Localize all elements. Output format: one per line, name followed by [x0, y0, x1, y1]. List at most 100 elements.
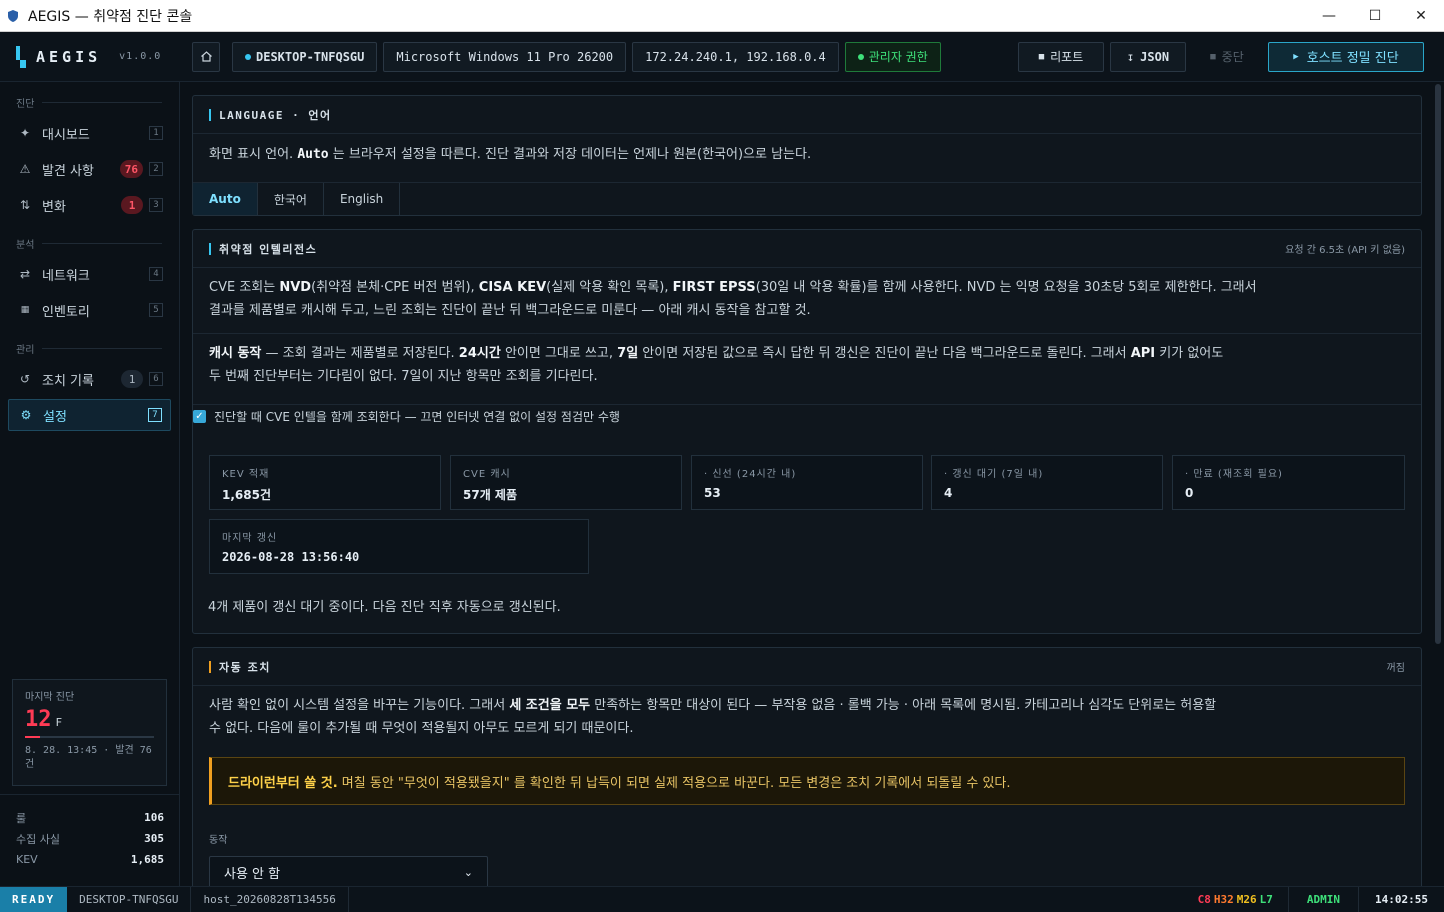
stop-label: 중단	[1221, 50, 1244, 64]
sidebar-item-findings[interactable]: ⚠ 발견 사항 76 2	[8, 153, 171, 185]
all-conditions-bold: 세 조건을 모두	[509, 698, 591, 713]
text: 키가 없어도	[1155, 346, 1224, 361]
close-button[interactable]: ✕	[1398, 0, 1444, 32]
text: 사람 확인 없이 시스템 설정을 바꾸는 기능이다. 그래서	[209, 698, 510, 713]
last-scan-score: 12 F	[25, 707, 154, 732]
accent-bar	[209, 660, 211, 673]
intel-footer: 4개 제품이 갱신 대기 중이다. 다음 진단 직후 자동으로 갱신된다.	[208, 600, 561, 615]
tab-korean[interactable]: 한국어	[258, 183, 324, 215]
metric-last-refresh: 마지막 갱신 2026-08-28 13:56:40	[209, 519, 589, 574]
ip-label: 172.24.240.1, 192.168.0.4	[645, 49, 826, 64]
warning-text: 며칠 동안 "무엇이 적용됐을지" 를 확인한 뒤 납득이 되면 실제 적용으로…	[337, 775, 1011, 791]
json-button[interactable]: ↧ JSON	[1110, 41, 1186, 72]
stat-key: KEV	[16, 853, 38, 866]
text: 안이면 그대로 쓰고,	[500, 346, 618, 361]
last-scan-meta: 8. 28. 13:45 · 발견 76건	[25, 745, 152, 770]
intel-line-2: 결과를 제품별로 캐시해 두고, 느린 조회는 진단이 끝난 뒤 백그라운드로 …	[209, 303, 811, 318]
intel-line-1: CVE 조회는 NVD(취약점 본체·CPE 버전 범위), CISA KEV(…	[209, 276, 1405, 299]
home-button[interactable]	[192, 41, 220, 72]
score-bar-fill	[25, 736, 41, 738]
scan-label: 호스트 정밀 진단	[1306, 51, 1399, 66]
findings-count-badge: 76	[119, 160, 143, 178]
home-icon	[200, 51, 212, 62]
window-titlebar: AEGIS — 취약점 진단 콘솔 — ☐ ✕	[0, 0, 1444, 32]
sidebar-item-label: 대시보드	[42, 127, 90, 143]
metric-value: 0	[1185, 486, 1194, 500]
main-scrollbar[interactable]	[1435, 84, 1441, 644]
metric-label: · 갱신 대기 (7일 내)	[944, 469, 1044, 480]
stop-icon: ■	[1210, 51, 1216, 62]
stat-key: 룰	[16, 811, 27, 825]
action-select-value: 사용 안 함	[224, 866, 281, 882]
metric-label: 마지막 갱신	[222, 533, 278, 544]
sidebar-item-dashboard[interactable]: ✦ 대시보드 1	[8, 117, 171, 149]
sidebar-item-remediation-log[interactable]: ↺ 조치 기록 1 6	[8, 363, 171, 395]
sidebar-section-analysis: 분석	[16, 236, 166, 251]
sidebar-item-changes[interactable]: ⇅ 변화 1 3	[8, 189, 171, 221]
metric-value: 57개 제품	[463, 488, 517, 502]
sidebar: 진단 ✦ 대시보드 1 ⚠ 발견 사항 76 2 ⇅ 변화 1 3 분석 ⇄ 네…	[0, 82, 180, 886]
metric-label: · 신선 (24시간 내)	[704, 469, 797, 480]
rate-limit-note: 요청 간 6.5초 (API 키 없음)	[1285, 245, 1405, 256]
panel-title: 자동 조치	[219, 660, 271, 674]
auto-status: 꺼짐	[1386, 663, 1405, 674]
stop-button[interactable]: ■ 중단	[1192, 42, 1262, 72]
auto-description: 사람 확인 없이 시스템 설정을 바꾸는 기능이다. 그래서 세 조건을 모두 …	[193, 686, 1421, 748]
status-role: ADMIN	[1289, 886, 1360, 912]
maximize-button[interactable]: ☐	[1352, 0, 1398, 32]
critical-count: C8	[1197, 893, 1211, 906]
panel-title: LANGUAGE · 언어	[219, 108, 332, 122]
shortcut-key: 7	[148, 408, 162, 422]
sidebar-item-label: 발견 사항	[42, 163, 94, 179]
os-chip: Microsoft Windows 11 Pro 26200	[383, 41, 627, 72]
stat-value: 1,685	[130, 853, 164, 866]
cve-intel-checkbox-row[interactable]: ✓ 진단할 때 CVE 인텔을 함께 조회한다 — 끄면 인터넷 연결 없이 설…	[193, 406, 1421, 426]
metric-value: 2026-08-28 13:56:40	[222, 550, 360, 564]
sidebar-item-label: 네트워크	[42, 268, 90, 284]
admin-label: 관리자 권한	[868, 50, 928, 64]
undo-icon: ↺	[19, 372, 31, 386]
shortcut-key: 2	[149, 162, 163, 176]
auto-line-2: 수 없다. 다음에 룰이 추가될 때 무엇이 적용될지 아무도 모르게 되기 때…	[209, 721, 634, 736]
action-select[interactable]: 사용 안 함 ⌄	[209, 856, 488, 886]
box-icon: ▦	[20, 305, 30, 315]
play-icon: ▶	[1293, 51, 1299, 62]
tab-english[interactable]: English	[324, 183, 401, 215]
ready-indicator: READY	[0, 886, 68, 912]
text: 안이면 저장된 값으로 즉시 답한 뒤 갱신은 진단이 끝난 다음 백그라운드로…	[638, 346, 1131, 361]
metric-label: CVE 캐시	[463, 469, 511, 480]
sidebar-item-inventory[interactable]: ▦ 인벤토리 5	[8, 294, 171, 326]
panel-header: 자동 조치 꺼짐	[193, 648, 1421, 686]
accent-bar	[209, 242, 211, 255]
bold-7d: 7일	[617, 346, 639, 361]
download-icon: ↧	[1126, 49, 1135, 64]
low-count: L7	[1259, 893, 1273, 906]
gear-icon: ⚙	[20, 408, 32, 422]
text: 만족하는 항목만 대상이 된다 — 부작용 없음 · 롤백 가능 · 아래 목록…	[590, 698, 1217, 713]
metric-pending: · 갱신 대기 (7일 내) 4	[931, 455, 1163, 510]
cache-line-1: 캐시 동작 — 조회 결과는 제품별로 저장된다. 24시간 안이면 그대로 쓰…	[209, 342, 1405, 365]
metric-value: 53	[704, 486, 721, 500]
cache-line-2: 두 번째 진단부터는 기다림이 없다. 7일이 지난 항목만 조회를 기다린다.	[209, 369, 598, 384]
arrows-horizontal-icon: ⇄	[19, 267, 31, 281]
report-button[interactable]: ■ 리포트	[1018, 41, 1104, 72]
kev-bold: CISA KEV	[478, 280, 547, 295]
medium-count: M26	[1236, 893, 1257, 906]
text: (실제 악용 확인 목록),	[546, 280, 673, 295]
logo-text: AEGIS	[36, 47, 102, 66]
severity-counts: C8 H32 M26 L7	[1186, 886, 1289, 912]
sidebar-item-network[interactable]: ⇄ 네트워크 4	[8, 258, 171, 290]
checkbox-label: 진단할 때 CVE 인텔을 함께 조회한다 — 끄면 인터넷 연결 없이 설정 …	[214, 409, 620, 424]
minimize-button[interactable]: —	[1306, 0, 1352, 32]
desc-bold: Auto	[297, 147, 329, 162]
language-description: 화면 표시 언어. Auto 는 브라우저 설정을 따른다. 진단 결과와 저장…	[193, 134, 1421, 182]
metric-expired: · 만료 (재조회 필요) 0	[1172, 455, 1405, 510]
language-tabs: Auto 한국어 English	[193, 182, 1421, 215]
tab-auto[interactable]: Auto	[193, 183, 258, 215]
scan-button[interactable]: ▶ 호스트 정밀 진단	[1268, 41, 1424, 72]
admin-dot-icon	[857, 53, 864, 60]
cache-head-bold: 캐시 동작	[209, 346, 262, 361]
last-scan-card[interactable]: 마지막 진단 12 F 8. 28. 13:45 · 발견 76건	[12, 679, 167, 786]
sidebar-item-settings[interactable]: ⚙ 설정 7	[8, 399, 171, 431]
checkbox-checked[interactable]: ✓	[193, 409, 206, 423]
